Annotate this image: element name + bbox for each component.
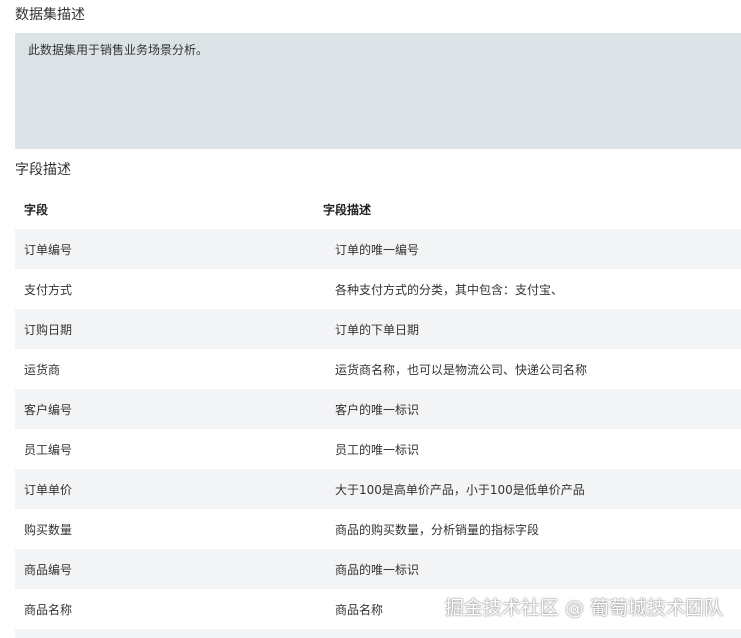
field-description-cell: 运货商名称，也可以是物流公司、快递公司名称: [335, 362, 588, 377]
watermark-text: 掘金技术社区 @ 葡萄城技术团队: [444, 597, 723, 619]
table-header-row: 字段 字段描述: [15, 189, 741, 229]
field-description-cell: 订单的唯一编号: [335, 242, 420, 257]
field-name-cell: 支付方式: [24, 282, 73, 297]
field-description-cell: 订单的下单日期: [335, 322, 420, 337]
field-description-title: 字段描述: [15, 162, 71, 178]
field-description-cell: 各种支付方式的分类，其中包含：支付宝、: [335, 282, 564, 297]
field-description-cell: 商品的购买数量，分析销量的指标字段: [335, 522, 540, 537]
field-description-cell: 商品的唯一标识: [335, 562, 420, 577]
field-name-cell: 运货商: [24, 362, 61, 377]
table-row: 运货商 运货商名称，也可以是物流公司、快递公司名称: [15, 349, 741, 389]
dataset-description-title: 数据集描述: [15, 7, 85, 23]
table-row: 员工编号 员工的唯一标识: [15, 429, 741, 469]
field-name-cell: 商品名称: [24, 602, 73, 617]
table-row: 客户编号 客户的唯一标识: [15, 389, 741, 429]
field-description-cell: 客户的唯一标识: [335, 402, 420, 417]
field-description-cell: 大于100是高单价产品，小于100是低单价产品: [335, 482, 585, 497]
table-row: 支付方式 各种支付方式的分类，其中包含：支付宝、: [15, 269, 741, 309]
header-field: 字段: [24, 202, 49, 217]
field-name-cell: [15, 629, 315, 638]
header-field-description: 字段描述: [323, 202, 372, 217]
dataset-description-text: 此数据集用于销售业务场景分析。: [28, 43, 209, 57]
table-row: 商品编号 商品的唯一标识: [15, 549, 741, 589]
field-description-cell: 员工的唯一标识: [335, 442, 420, 457]
table-row: 购买数量 商品的购买数量，分析销量的指标字段: [15, 509, 741, 549]
field-name-cell: 购买数量: [24, 522, 73, 537]
field-name-cell: 订购日期: [24, 322, 73, 337]
table-row: 订单单价 大于100是高单价产品，小于100是低单价产品: [15, 469, 741, 509]
field-name-cell: 员工编号: [24, 442, 73, 457]
field-name-cell: 商品编号: [24, 562, 73, 577]
field-name-cell: 客户编号: [24, 402, 73, 417]
field-description-cell: [315, 629, 741, 638]
table-row: [15, 629, 741, 638]
table-row: 订单编号 订单的唯一编号: [15, 229, 741, 269]
field-name-cell: 订单单价: [24, 482, 73, 497]
field-description-table: 字段 字段描述 订单编号 订单的唯一编号 支付方式 各种支付方式的分类，其中包含…: [15, 189, 741, 638]
dataset-description-box[interactable]: 此数据集用于销售业务场景分析。: [15, 33, 741, 149]
field-name-cell: 订单编号: [24, 242, 73, 257]
table-row: 订购日期 订单的下单日期: [15, 309, 741, 349]
